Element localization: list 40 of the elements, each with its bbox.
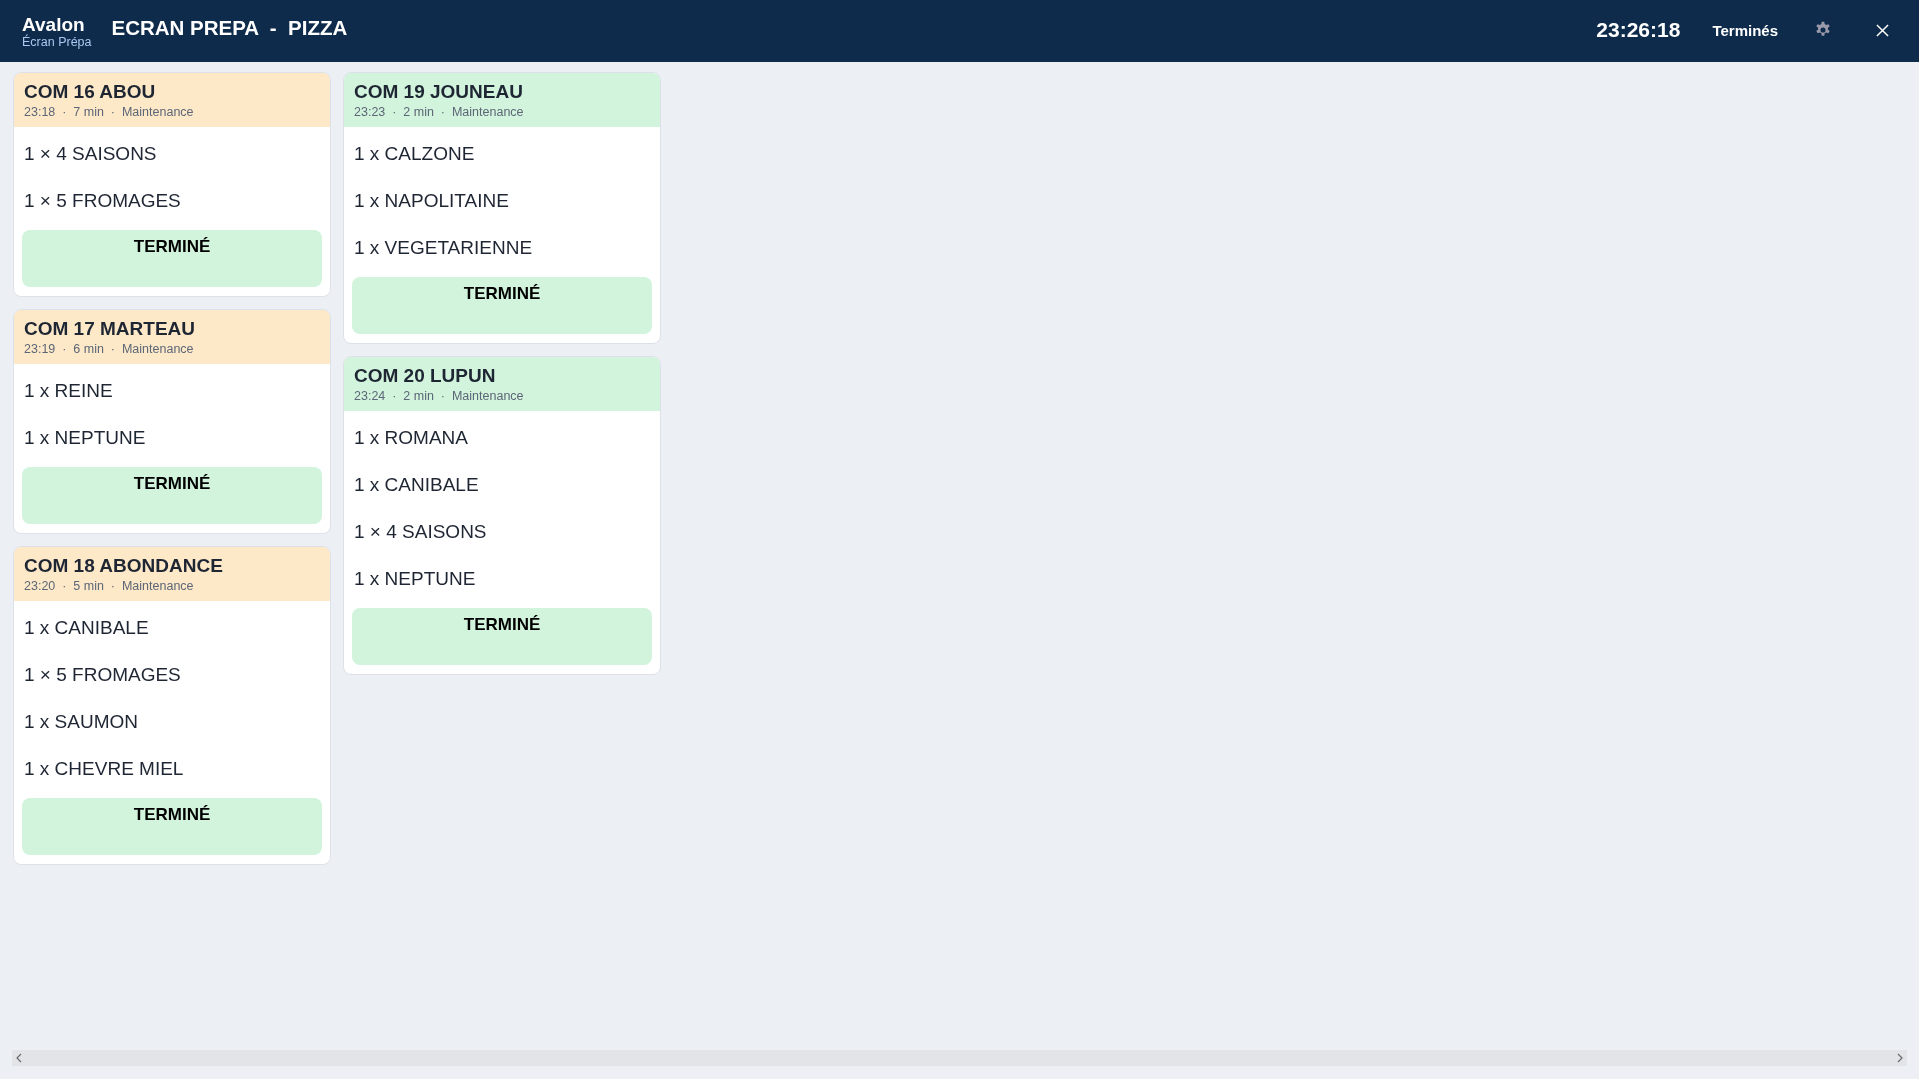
- chevron-left-icon[interactable]: [16, 1053, 22, 1063]
- chevron-right-icon[interactable]: [1897, 1053, 1903, 1063]
- order-meta: 23:18 · 7 min · Maintenance: [24, 104, 194, 120]
- order-item: 1 × 5 FROMAGES: [23, 189, 182, 213]
- order-item: 1 x REINE: [23, 379, 114, 403]
- order-item: 1 × 4 SAISONS: [23, 142, 158, 166]
- order-meta: 23:19 · 6 min · Maintenance: [24, 341, 194, 357]
- horizontal-scrollbar[interactable]: [12, 1050, 1907, 1066]
- order-item: 1 x CANIBALE: [353, 473, 480, 497]
- order-meta: 23:23 · 2 min · Maintenance: [354, 104, 524, 120]
- order-meta: 23:20 · 5 min · Maintenance: [24, 578, 194, 594]
- order-item: 1 x CANIBALE: [23, 616, 150, 640]
- order-item: 1 x SAUMON: [23, 710, 140, 734]
- order-item: 1 x ROMANA: [353, 426, 470, 450]
- order-title: COM 18 ABONDANCE: [24, 554, 223, 578]
- order-title: COM 19 JOUNEAU: [354, 80, 523, 104]
- order-meta: 23:24 · 2 min · Maintenance: [354, 388, 524, 404]
- order-title: COM 17 MARTEAU: [24, 317, 195, 341]
- order-item: 1 × 4 SAISONS: [353, 520, 488, 544]
- order-item: 1 x NAPOLITAINE: [353, 189, 510, 213]
- order-item: 1 x CHEVRE MIEL: [23, 757, 185, 781]
- brand-name: Avalon: [22, 14, 85, 35]
- done-button[interactable]: TERMINÉ: [22, 230, 322, 287]
- order-item: 1 x VEGETARIENNE: [353, 236, 534, 260]
- done-button[interactable]: TERMINÉ: [352, 608, 652, 665]
- order-item: 1 × 5 FROMAGES: [23, 663, 182, 687]
- completed-orders-button[interactable]: Terminés: [1712, 21, 1778, 39]
- order-title: COM 16 ABOU: [24, 80, 156, 104]
- brand-subtitle: Écran Prépa: [22, 35, 92, 50]
- screen-title: ECRAN PREPA - PIZZA: [111, 16, 348, 40]
- settings-icon[interactable]: [1814, 21, 1832, 39]
- clock: 23:26:18: [1596, 18, 1681, 42]
- done-button[interactable]: TERMINÉ: [352, 277, 652, 334]
- done-button[interactable]: TERMINÉ: [22, 467, 322, 524]
- order-item: 1 x NEPTUNE: [353, 567, 477, 591]
- order-title: COM 20 LUPUN: [354, 364, 496, 388]
- order-item: 1 x NEPTUNE: [23, 426, 147, 450]
- order-item: 1 x CALZONE: [353, 142, 476, 166]
- close-icon[interactable]: [1876, 23, 1889, 37]
- done-button[interactable]: TERMINÉ: [22, 798, 322, 855]
